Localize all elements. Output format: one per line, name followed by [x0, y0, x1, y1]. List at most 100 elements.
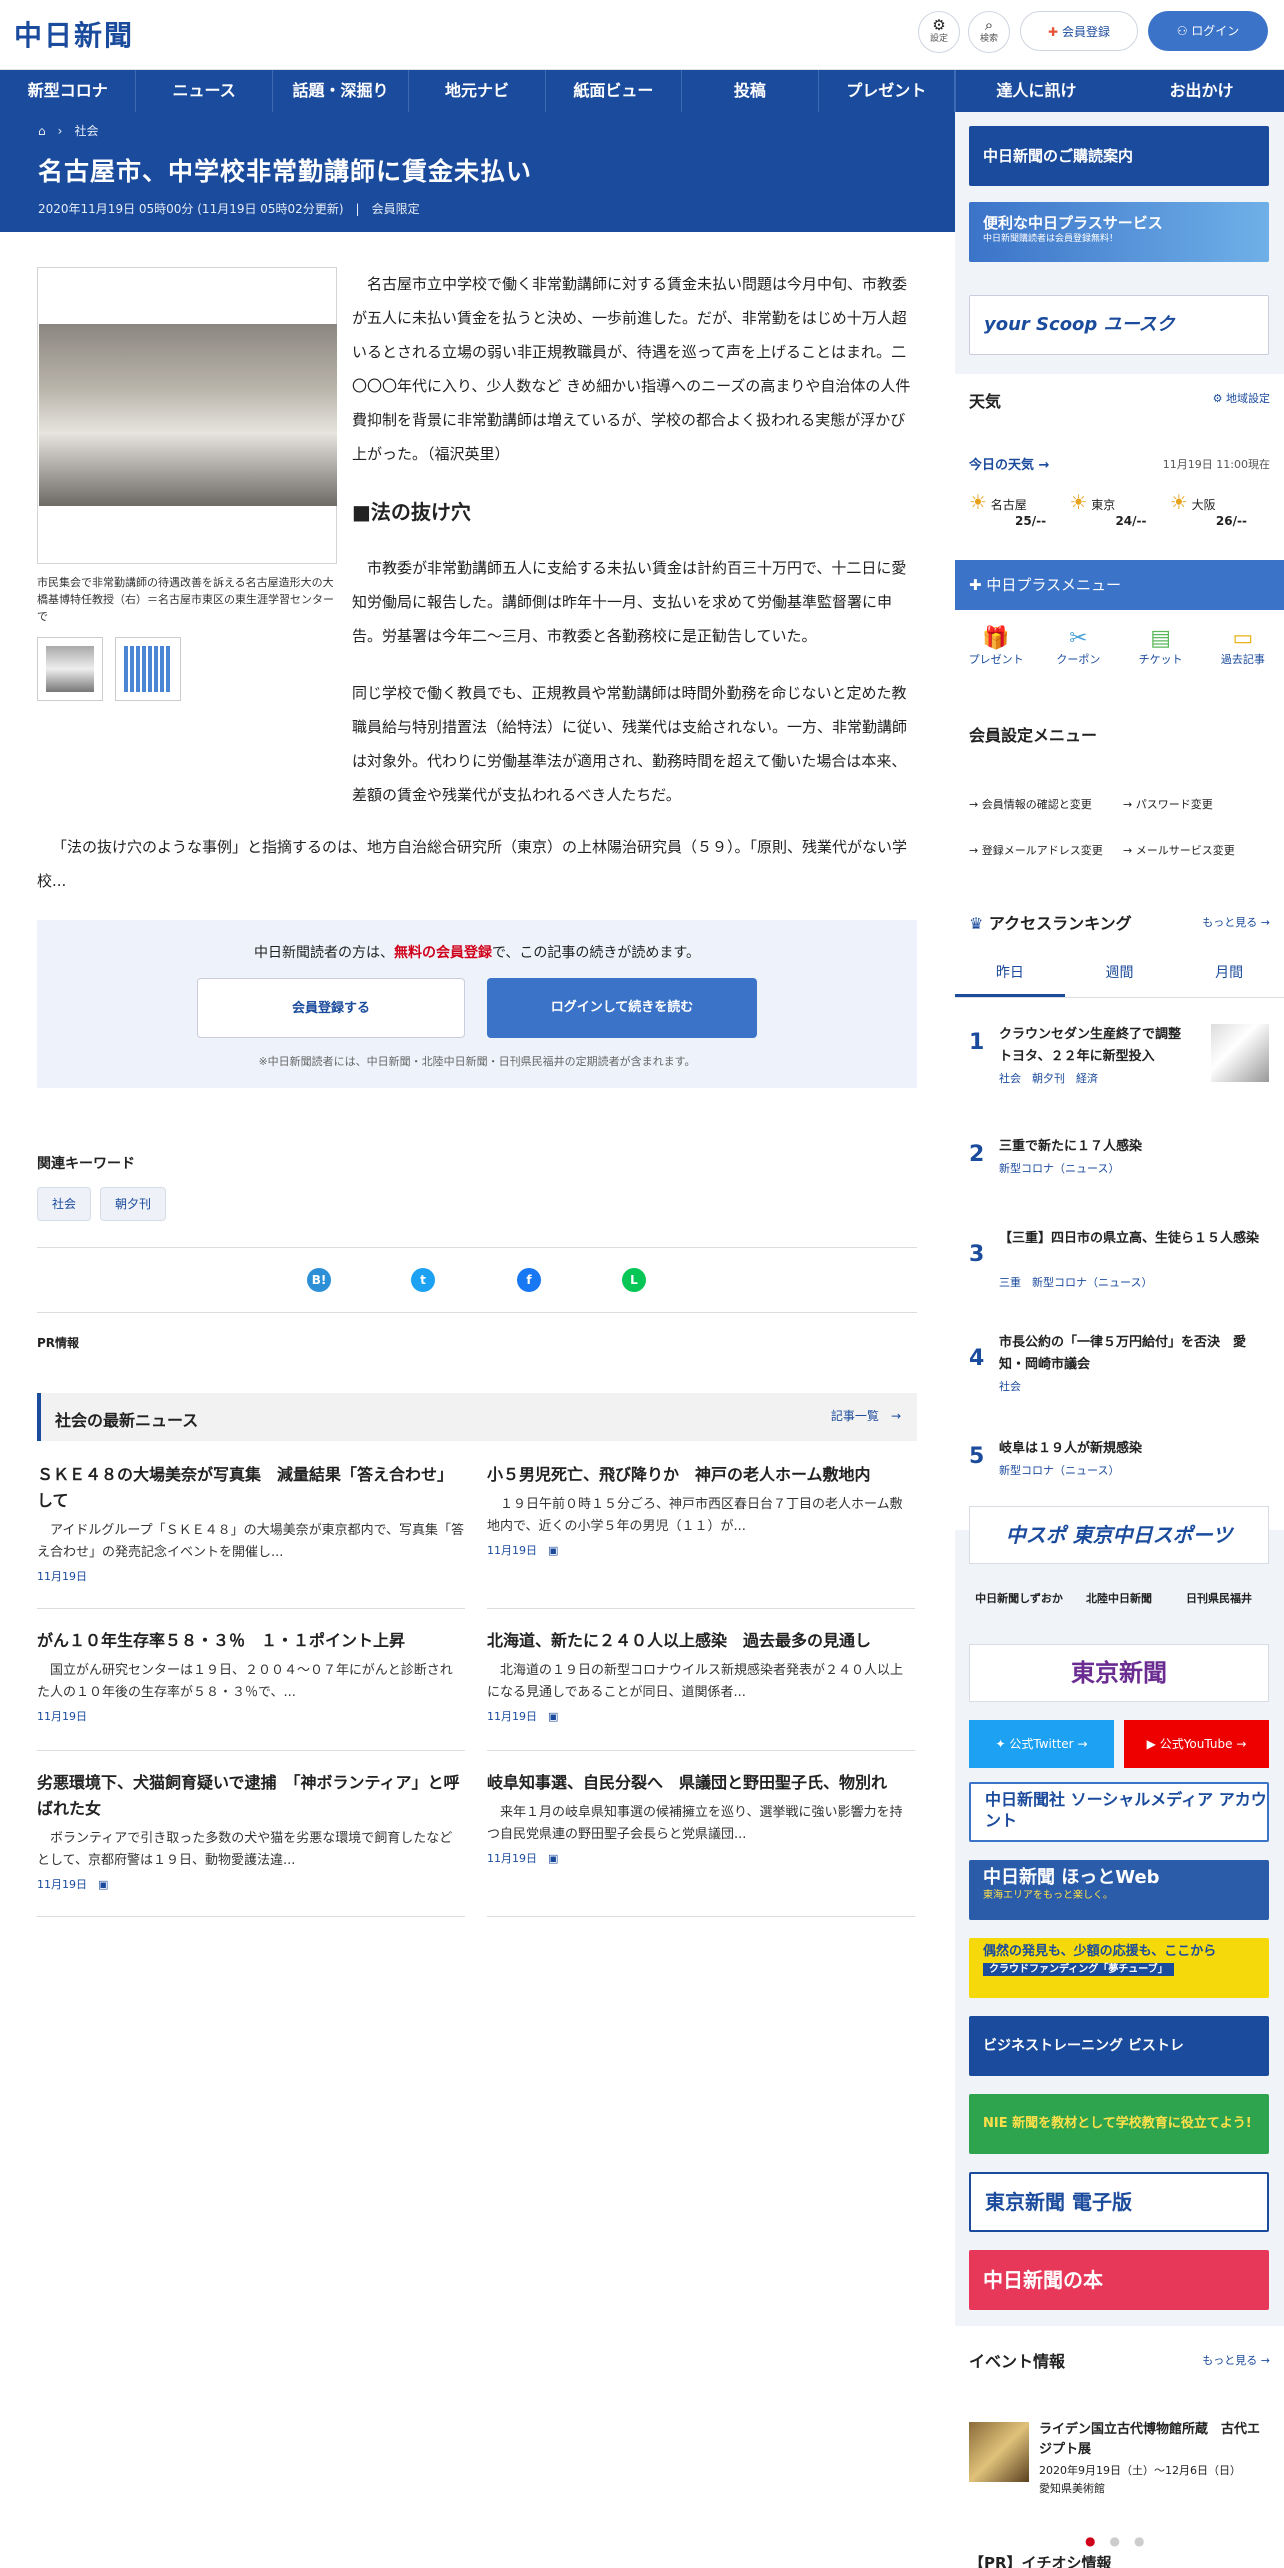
weather-city[interactable]: ☀ 東京 24/--	[1069, 490, 1165, 528]
social-media-banner[interactable]: 中日新聞社 ソーシャルメディア アカウント	[969, 1782, 1269, 1842]
ranking-item[interactable]: 5 岐阜は１９人が新規感染 新型コロナ（ニュース）	[969, 1438, 1269, 1498]
keyword-tag[interactable]: 朝夕刊	[100, 1187, 167, 1221]
ranking-item[interactable]: 2 三重で新たに１７人感染 新型コロナ（ニュース）	[969, 1136, 1269, 1196]
news-title[interactable]: 岐阜知事選、自民分裂へ 県議団と野田聖子氏、物別れ	[487, 1770, 915, 1796]
site-logo[interactable]: 中日新聞	[14, 14, 134, 54]
member-menu-item[interactable]: → 登録メールアドレス変更	[969, 842, 1115, 858]
member-menu-heading: 会員設定メニュー	[969, 726, 1098, 745]
ranking-heading: ♛ アクセスランキング	[969, 914, 1132, 933]
tokyo-shimbun-banner[interactable]: 東京新聞	[969, 1644, 1269, 1702]
paywall-login-button[interactable]: ログインして続きを読む	[487, 978, 757, 1038]
news-item[interactable]: 小５男児死亡、飛び降りか 神戸の老人ホーム敷地内 １９日午前０時１５分ごろ、神戸…	[487, 1462, 915, 1558]
login-button[interactable]: ⚇ ログイン	[1148, 11, 1268, 51]
nav-item-news[interactable]: ニュース	[136, 70, 273, 112]
bistore-banner[interactable]: ビジネストレーニング ビストレ	[969, 2016, 1269, 2076]
region-setting-link[interactable]: ⚙ 地域設定	[1213, 390, 1270, 406]
tab-weekly[interactable]: 週間	[1065, 950, 1175, 997]
ranking-item[interactable]: 3 【三重】四日市の県立高、生徒ら１５人感染 三重 新型コロナ（ニュース）	[969, 1228, 1269, 1308]
news-desc: 北海道の１９日の新型コロナウイルス新規感染者発表が２４０人以上になる見通しである…	[487, 1663, 904, 1700]
facebook-share-icon[interactable]: f	[517, 1268, 541, 1292]
archive-icon: ▭	[1232, 626, 1254, 651]
crowdfunding-banner[interactable]: 偶然の発見も、少額の応援も、ここから クラウドファンディング「夢チューブ」	[969, 1938, 1269, 1998]
chuspo-banner[interactable]: 中スポ 東京中日スポーツ	[969, 1506, 1269, 1564]
pr-label: PR情報	[37, 1336, 80, 1350]
news-title[interactable]: 劣悪環境下、犬猫飼育疑いで逮捕 「神ボランティア」と呼ばれた女	[37, 1770, 465, 1822]
article-subheading: ■法の抜け穴	[352, 500, 471, 524]
latest-news-header: 社会の最新ニュース 記事一覧 →	[37, 1393, 917, 1441]
event-date: 2020年9月19日（土）〜12月6日（日）	[1039, 2464, 1241, 2477]
nav-item-local[interactable]: 地元ナビ	[409, 70, 546, 112]
nav-item-topics[interactable]: 話題・深掘り	[273, 70, 410, 112]
nav-item-experts[interactable]: 達人に訊け	[956, 70, 1117, 112]
register-button[interactable]: ✚ 会員登録	[1020, 11, 1138, 51]
news-item[interactable]: ＳＫＥ４８の大場美奈が写真集 減量結果「答え合わせ」して アイドルグループ「ＳＫ…	[37, 1462, 465, 1584]
plus-service-banner[interactable]: 便利な中日プラスサービス 中日新聞購読者は会員登録無料！	[969, 202, 1269, 262]
nav-item-outing[interactable]: お出かけ	[1121, 70, 1282, 112]
news-item[interactable]: がん１０年生存率５８・３％ １・１ポイント上昇 国立がん研究センターは１９日、２…	[37, 1628, 465, 1724]
nav-item-post[interactable]: 投稿	[682, 70, 819, 112]
news-desc: 国立がん研究センターは１９日、２００４〜０７年にがんと診断された人の１０年後の生…	[37, 1663, 453, 1700]
news-item[interactable]: 岐阜知事選、自民分裂へ 県議団と野田聖子氏、物別れ 来年１月の岐阜県知事選の候補…	[487, 1770, 915, 1866]
ranking-item[interactable]: 4 市長公約の「一律５万円給付」を否決 愛知・岡崎市議会 社会	[969, 1332, 1269, 1412]
hotweb-banner[interactable]: 中日新聞 ほっとWeb 東海エリアをもっと楽しく。	[969, 1860, 1269, 1920]
news-item[interactable]: 北海道、新たに２４０人以上感染 過去最多の見通し 北海道の１９日の新型コロナウイ…	[487, 1628, 915, 1724]
news-item[interactable]: 劣悪環境下、犬猫飼育疑いで逮捕 「神ボランティア」と呼ばれた女 ボランティアで引…	[37, 1770, 465, 1892]
ranking-item[interactable]: 1 クラウンセダン生産終了で調整 トヨタ、２２年に新型投入 社会 朝夕刊 経済	[969, 1024, 1269, 1104]
youtube-button[interactable]: ▶ 公式YouTube →	[1124, 1720, 1269, 1768]
partner-link[interactable]: 日刊県民福井	[1169, 1590, 1269, 1606]
nav-item-paper-view[interactable]: 紙面ビュー	[546, 70, 683, 112]
partner-link[interactable]: 北陸中日新聞	[1069, 1590, 1169, 1606]
tab-monthly[interactable]: 月間	[1174, 950, 1284, 997]
paywall-note: ※中日新聞読者には、中日新聞・北陸中日新聞・日刊県民福井の定期読者が含まれます。	[258, 1055, 696, 1068]
hatena-share-icon[interactable]: B!	[307, 1268, 331, 1292]
ranking-panel: ♛ アクセスランキング もっと見る → 昨日 週間 月間 1 クラウンセダン生産…	[955, 890, 1284, 1530]
news-date: 11月19日 ▣	[487, 1852, 559, 1865]
search-button[interactable]: ⌕ 検索	[968, 11, 1010, 53]
member-menu-item[interactable]: → 会員情報の確認と変更	[969, 796, 1092, 812]
divider	[37, 1312, 917, 1313]
latest-news-list-link[interactable]: 記事一覧 →	[831, 1407, 901, 1424]
event-thumbnail[interactable]	[969, 2422, 1029, 2482]
subscription-banner[interactable]: 中日新聞のご購読案内	[969, 126, 1269, 186]
news-title[interactable]: ＳＫＥ４８の大場美奈が写真集 減量結果「答え合わせ」して	[37, 1462, 465, 1514]
nav-item-present[interactable]: プレゼント	[819, 70, 955, 112]
article-title: 名古屋市、中学校非常勤講師に賃金未払い	[38, 157, 533, 186]
plus-menu-ticket[interactable]: ▤ チケット	[1120, 626, 1202, 700]
home-icon[interactable]: ⌂	[38, 124, 46, 138]
today-weather-link[interactable]: 今日の天気 →	[969, 454, 1049, 473]
carousel-dots[interactable]: ●●●	[1085, 2534, 1158, 2548]
settings-button[interactable]: ⚙ 設定	[918, 11, 960, 53]
nie-banner[interactable]: NIE 新聞を教材として学校教育に役立てよう!	[969, 2094, 1269, 2154]
free-register-link[interactable]: 無料の会員登録	[394, 945, 492, 961]
keyword-tag[interactable]: 社会	[37, 1187, 92, 1221]
news-title[interactable]: 小５男児死亡、飛び降りか 神戸の老人ホーム敷地内	[487, 1462, 915, 1488]
twitter-share-icon[interactable]: t	[411, 1268, 435, 1292]
article-photo[interactable]	[37, 267, 337, 564]
news-title[interactable]: 北海道、新たに２４０人以上感染 過去最多の見通し	[487, 1628, 915, 1654]
youscoop-banner[interactable]: your Scoop ユースク	[969, 295, 1269, 355]
news-title[interactable]: がん１０年生存率５８・３％ １・１ポイント上昇	[37, 1628, 465, 1654]
weather-city[interactable]: ☀ 名古屋 25/--	[969, 490, 1065, 528]
pr-recommend-heading: 【PR】イチオシ情報	[969, 2554, 1112, 2568]
events-heading: イベント情報	[969, 2352, 1066, 2371]
nav-item-corona[interactable]: 新型コロナ	[0, 70, 137, 112]
tab-yesterday[interactable]: 昨日	[955, 950, 1065, 997]
tokyo-e-banner[interactable]: 東京新聞 電子版	[969, 2172, 1269, 2232]
plus-menu-archive[interactable]: ▭ 過去記事	[1202, 626, 1284, 700]
breadcrumb-section[interactable]: 社会	[74, 124, 98, 138]
search-icon: ⌕	[984, 16, 994, 34]
events-more-link[interactable]: もっと見る →	[1202, 2352, 1270, 2368]
plus-menu-present[interactable]: 🎁 プレゼント	[955, 626, 1037, 700]
ranking-more-link[interactable]: もっと見る →	[1202, 914, 1270, 930]
paywall-register-button[interactable]: 会員登録する	[197, 978, 465, 1038]
twitter-button[interactable]: ✦ 公式Twitter →	[969, 1720, 1114, 1768]
member-menu-item[interactable]: → メールサービス変更	[1123, 842, 1235, 858]
books-banner[interactable]: 中日新聞の本	[969, 2250, 1269, 2310]
weather-city[interactable]: ☀ 大阪 26/--	[1170, 490, 1266, 528]
line-share-icon[interactable]: L	[622, 1268, 646, 1292]
event-title[interactable]: ライデン国立古代博物館所蔵 古代エジプト展	[1039, 2420, 1269, 2460]
breadcrumb: ⌂ › 社会	[38, 124, 99, 138]
member-menu-item[interactable]: → パスワード変更	[1123, 796, 1213, 812]
plus-menu-coupon[interactable]: ✂ クーポン	[1037, 626, 1119, 700]
partner-link[interactable]: 中日新聞しずおか	[969, 1590, 1069, 1606]
